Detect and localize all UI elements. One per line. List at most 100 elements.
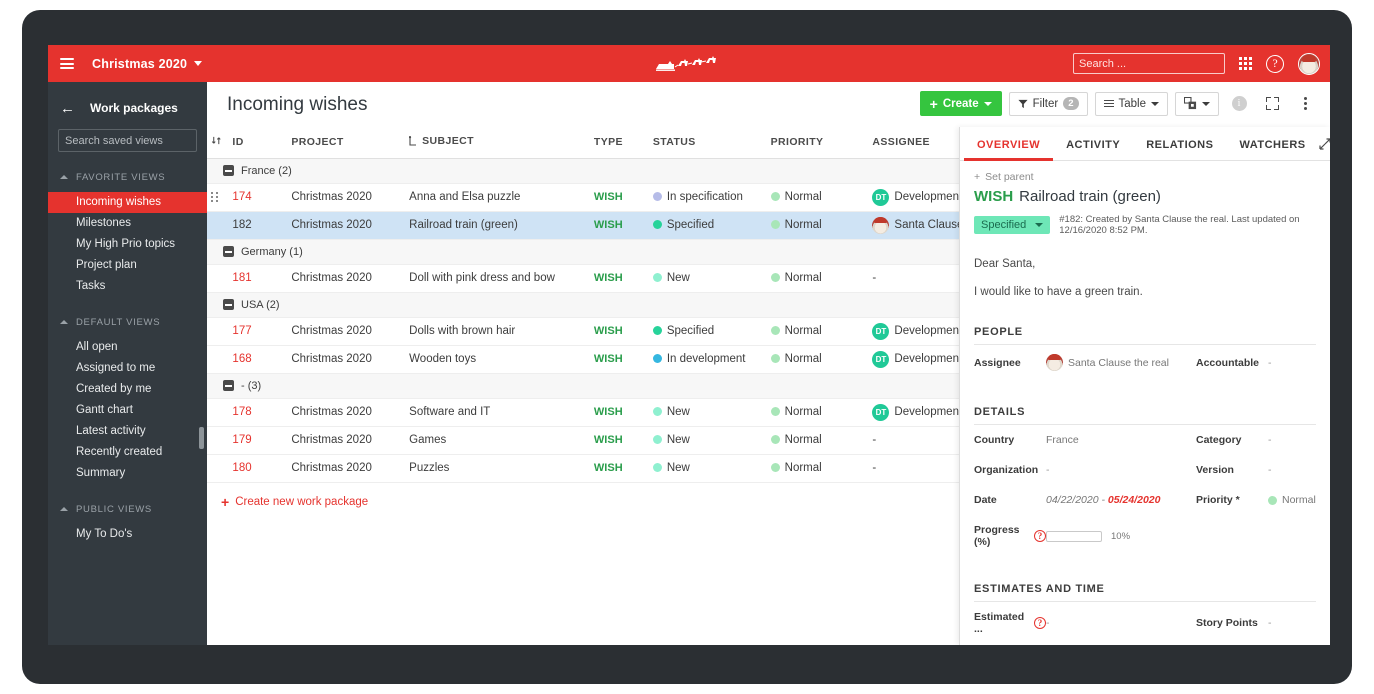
search-input[interactable] <box>1079 57 1221 70</box>
table-view-button[interactable]: Table <box>1094 91 1168 116</box>
tab-overview[interactable]: OVERVIEW <box>964 127 1053 161</box>
hamburger-icon[interactable] <box>60 58 74 69</box>
sidebar-item-created-by-me[interactable]: Created by me <box>48 379 207 400</box>
sidebar-item-all-open[interactable]: All open <box>48 337 207 358</box>
cell-subject[interactable]: Games <box>405 426 590 455</box>
work-package-id-link[interactable]: 180 <box>232 462 251 474</box>
arrow-left-icon[interactable]: ← <box>60 101 75 116</box>
work-package-id-link[interactable]: 179 <box>232 434 251 446</box>
expand-diagonal-icon[interactable] <box>1319 137 1330 150</box>
sidebar-item-incoming-wishes[interactable]: Incoming wishes <box>48 192 207 213</box>
sidebar-group-favorite-views[interactable]: FAVORITE VIEWS <box>48 164 207 190</box>
cell-id[interactable]: 177 <box>228 317 288 346</box>
set-parent-button[interactable]: + Set parent <box>974 171 1316 183</box>
work-package-id-link[interactable]: 174 <box>232 191 251 203</box>
table-row[interactable]: 177 Christmas 2020 Dolls with brown hair WI… <box>207 317 997 346</box>
cell-id[interactable]: 180 <box>228 454 288 483</box>
accountable-value[interactable]: - <box>1268 348 1316 378</box>
cell-project[interactable]: Christmas 2020 <box>287 454 406 483</box>
row-drag-handle-cell[interactable] <box>207 183 229 212</box>
table-row[interactable]: 182 Christmas 2020 Railroad train (green) W… <box>207 211 997 240</box>
cell-priority[interactable]: Normal <box>766 426 869 455</box>
column-header-priority[interactable]: PRIORITY <box>766 127 869 159</box>
cell-type[interactable]: WISH <box>589 345 649 374</box>
column-header-subject[interactable]: SUBJECT <box>405 127 590 159</box>
tab-activity[interactable]: ACTIVITY <box>1053 127 1133 161</box>
saved-views-search-box[interactable] <box>58 129 207 152</box>
sidebar-item-milestones[interactable]: Milestones <box>48 213 207 234</box>
collapse-group-icon[interactable] <box>223 246 234 257</box>
sidebar-item-my-high-prio-topics[interactable]: My High Prio topics <box>48 234 207 255</box>
cell-id[interactable]: 174 <box>228 183 288 212</box>
cell-project[interactable]: Christmas 2020 <box>287 264 406 293</box>
collapse-group-icon[interactable] <box>223 380 234 391</box>
cell-subject[interactable]: Software and IT <box>405 398 590 427</box>
cell-id[interactable]: 182 <box>228 211 288 240</box>
cell-type[interactable]: WISH <box>589 183 649 212</box>
saved-views-search-input[interactable] <box>65 134 207 147</box>
sidebar-item-summary[interactable]: Summary <box>48 463 207 484</box>
user-avatar-santa[interactable] <box>1298 52 1320 75</box>
cell-priority[interactable]: Normal <box>766 345 869 374</box>
sidebar-item-my-to-dos[interactable]: My To Do's <box>48 524 207 545</box>
table-row[interactable]: 178 Christmas 2020 Software and IT WISH New N… <box>207 398 997 427</box>
cell-subject[interactable]: Dolls with brown hair <box>405 317 590 346</box>
cell-project[interactable]: Christmas 2020 <box>287 211 406 240</box>
create-button[interactable]: + Create <box>919 91 1002 116</box>
story-points-value[interactable]: - <box>1268 608 1316 638</box>
cell-project[interactable]: Christmas 2020 <box>287 398 406 427</box>
cell-subject[interactable]: Anna and Elsa puzzle <box>405 183 590 212</box>
work-package-id-link[interactable]: 182 <box>232 219 251 231</box>
cell-id[interactable]: 179 <box>228 426 288 455</box>
sidebar-item-project-plan[interactable]: Project plan <box>48 255 207 276</box>
cell-priority[interactable]: Normal <box>766 398 869 427</box>
help-circle-icon[interactable]: ? <box>1034 530 1046 543</box>
cell-type[interactable]: WISH <box>589 398 649 427</box>
filter-button[interactable]: Filter 2 <box>1008 91 1088 116</box>
sidebar-resize-handle[interactable] <box>199 427 204 449</box>
work-package-id-link[interactable]: 181 <box>232 272 251 284</box>
column-header-sort[interactable] <box>207 127 229 159</box>
help-circle-icon[interactable]: ? <box>1266 54 1284 73</box>
cell-subject[interactable]: Wooden toys <box>405 345 590 374</box>
cell-type[interactable]: WISH <box>589 426 649 455</box>
cell-status[interactable]: New <box>648 398 767 427</box>
status-badge[interactable]: Specified <box>974 216 1051 234</box>
cell-id[interactable]: 168 <box>228 345 288 374</box>
cell-status[interactable]: New <box>648 454 767 483</box>
cell-subject[interactable]: Puzzles <box>405 454 590 483</box>
sidebar-item-latest-activity[interactable]: Latest activity <box>48 421 207 442</box>
table-row[interactable]: 168 Christmas 2020 Wooden toys WISH In devel… <box>207 345 997 374</box>
cell-type[interactable]: WISH <box>589 317 649 346</box>
cell-id[interactable]: 178 <box>228 398 288 427</box>
project-name[interactable]: Christmas 2020 <box>92 57 187 71</box>
cell-id[interactable]: 181 <box>228 264 288 293</box>
collapse-group-icon[interactable] <box>223 299 234 310</box>
sidebar-group-default-views[interactable]: DEFAULT VIEWS <box>48 309 207 335</box>
table-row[interactable]: 181 Christmas 2020 Doll with pink dress an… <box>207 264 997 293</box>
fullscreen-button[interactable] <box>1259 91 1285 116</box>
column-header-status[interactable]: STATUS <box>648 127 767 159</box>
info-button[interactable]: i <box>1226 91 1252 116</box>
cell-subject[interactable]: Railroad train (green) <box>405 211 590 240</box>
cell-status[interactable]: Specified <box>648 317 767 346</box>
sidebar-item-gantt-chart[interactable]: Gantt chart <box>48 400 207 421</box>
cell-type[interactable]: WISH <box>589 211 649 240</box>
work-package-id-link[interactable]: 178 <box>232 406 251 418</box>
help-circle-icon[interactable]: ? <box>1034 617 1046 630</box>
drag-handle-icon[interactable] <box>211 192 224 202</box>
version-value[interactable]: - <box>1268 455 1316 485</box>
cell-priority[interactable]: Normal <box>766 317 869 346</box>
collapse-group-icon[interactable] <box>223 165 234 176</box>
cell-project[interactable]: Christmas 2020 <box>287 345 406 374</box>
cell-project[interactable]: Christmas 2020 <box>287 426 406 455</box>
work-package-id-link[interactable]: 168 <box>232 353 251 365</box>
country-value[interactable]: France <box>1046 425 1196 455</box>
global-search-box[interactable] <box>1073 53 1225 74</box>
assignee-value[interactable]: Santa Clause the real <box>1046 345 1196 380</box>
more-actions-button[interactable] <box>1292 91 1318 116</box>
cell-status[interactable]: Specified <box>648 211 767 240</box>
cell-priority[interactable]: Normal <box>766 454 869 483</box>
progress-bar[interactable] <box>1046 530 1102 542</box>
cell-status[interactable]: New <box>648 264 767 293</box>
